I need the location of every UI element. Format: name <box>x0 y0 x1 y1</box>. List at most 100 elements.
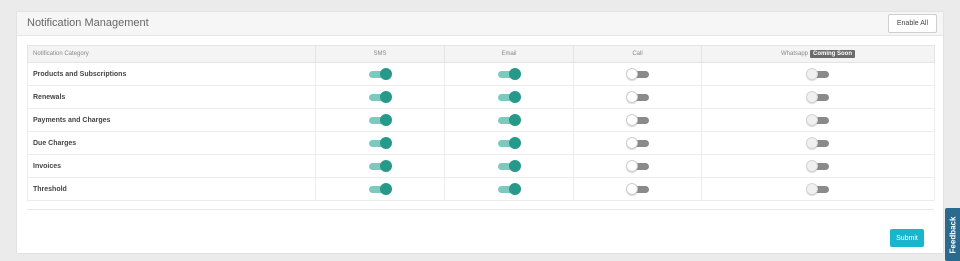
call-toggle[interactable] <box>625 90 650 103</box>
cell-sms <box>315 62 445 86</box>
cell-call <box>573 177 702 201</box>
category-label: Renewals <box>27 85 316 109</box>
call-toggle[interactable] <box>625 67 650 80</box>
feedback-tab[interactable]: Feedback <box>945 208 960 261</box>
cell-email <box>444 108 574 132</box>
toggle-knob <box>806 113 818 126</box>
toggle-knob <box>380 182 392 195</box>
toggle-knob <box>509 136 521 149</box>
notification-management-card: Notification Management Enable All Notif… <box>16 11 944 254</box>
cell-email <box>444 131 574 155</box>
toggle-knob <box>625 90 638 103</box>
call-toggle[interactable] <box>625 113 650 126</box>
toggle-knob <box>806 182 818 195</box>
toggle-knob <box>380 67 392 80</box>
whatsapp-toggle <box>806 136 830 149</box>
email-toggle[interactable] <box>497 136 521 149</box>
column-header-whatsapp: Whatsapp Coming Soon <box>701 45 935 63</box>
toggle-knob <box>380 90 392 103</box>
table-row: Threshold <box>27 177 935 201</box>
toggle-knob <box>380 136 392 149</box>
category-label: Payments and Charges <box>27 108 316 132</box>
toggle-knob <box>509 159 521 172</box>
whatsapp-toggle <box>806 90 830 103</box>
category-label: Threshold <box>27 177 316 201</box>
cell-call <box>573 108 702 132</box>
cell-sms <box>315 154 445 178</box>
page-title: Notification Management <box>27 17 149 29</box>
table-row: Products and Subscriptions <box>27 62 935 86</box>
toggle-knob <box>625 67 638 80</box>
toggle-knob <box>625 113 638 126</box>
column-header-category: Notification Category <box>27 45 316 63</box>
column-header-sms: SMS <box>315 45 445 63</box>
cell-whatsapp <box>701 108 935 132</box>
toggle-knob <box>380 113 392 126</box>
cell-whatsapp <box>701 177 935 201</box>
table-row: Payments and Charges <box>27 108 935 132</box>
email-toggle[interactable] <box>497 90 521 103</box>
call-toggle[interactable] <box>625 136 650 149</box>
email-toggle[interactable] <box>497 159 521 172</box>
sms-toggle[interactable] <box>368 113 392 126</box>
sms-toggle[interactable] <box>368 182 392 195</box>
whatsapp-toggle <box>806 159 830 172</box>
toggle-knob <box>806 136 818 149</box>
cell-whatsapp <box>701 154 935 178</box>
sms-toggle[interactable] <box>368 90 392 103</box>
notification-table: Notification Category SMS Email Call Wha… <box>27 45 935 201</box>
whatsapp-toggle <box>806 67 830 80</box>
cell-email <box>444 177 574 201</box>
cell-sms <box>315 131 445 155</box>
category-label: Due Charges <box>27 131 316 155</box>
toggle-knob <box>806 67 818 80</box>
cell-sms <box>315 108 445 132</box>
submit-button[interactable]: Submit <box>890 229 924 247</box>
cell-sms <box>315 177 445 201</box>
cell-sms <box>315 85 445 109</box>
email-toggle[interactable] <box>497 182 521 195</box>
toggle-knob <box>380 159 392 172</box>
coming-soon-badge: Coming Soon <box>810 50 855 58</box>
sms-toggle[interactable] <box>368 159 392 172</box>
email-toggle[interactable] <box>497 113 521 126</box>
toggle-knob <box>509 113 521 126</box>
cell-email <box>444 62 574 86</box>
cell-email <box>444 85 574 109</box>
toggle-knob <box>509 67 521 80</box>
toggle-knob <box>806 159 818 172</box>
column-header-email: Email <box>444 45 574 63</box>
enable-all-button[interactable]: Enable All <box>887 14 937 33</box>
cell-email <box>444 154 574 178</box>
call-toggle[interactable] <box>625 159 650 172</box>
whatsapp-label: Whatsapp <box>780 51 808 57</box>
sms-toggle[interactable] <box>368 136 392 149</box>
toggle-knob <box>509 90 521 103</box>
table-row: Renewals <box>27 85 935 109</box>
whatsapp-toggle <box>806 113 830 126</box>
sms-toggle[interactable] <box>368 67 392 80</box>
table-row: Due Charges <box>27 131 935 155</box>
toggle-knob <box>625 159 638 172</box>
cell-call <box>573 85 702 109</box>
category-label: Products and Subscriptions <box>27 62 316 86</box>
cell-whatsapp <box>701 62 935 86</box>
toggle-knob <box>509 182 521 195</box>
column-header-call: Call <box>573 45 702 63</box>
toggle-knob <box>625 136 638 149</box>
whatsapp-toggle <box>806 182 830 195</box>
toggle-knob <box>625 182 638 195</box>
email-toggle[interactable] <box>497 67 521 80</box>
category-label: Invoices <box>27 154 316 178</box>
cell-call <box>573 131 702 155</box>
feedback-label: Feedback <box>948 216 957 253</box>
cell-call <box>573 62 702 86</box>
footer-divider <box>27 209 934 210</box>
cell-call <box>573 154 702 178</box>
table-row: Invoices <box>27 154 935 178</box>
toggle-knob <box>806 90 818 103</box>
table-header-row: Notification Category SMS Email Call Wha… <box>27 45 935 63</box>
cell-whatsapp <box>701 131 935 155</box>
call-toggle[interactable] <box>625 182 650 195</box>
cell-whatsapp <box>701 85 935 109</box>
